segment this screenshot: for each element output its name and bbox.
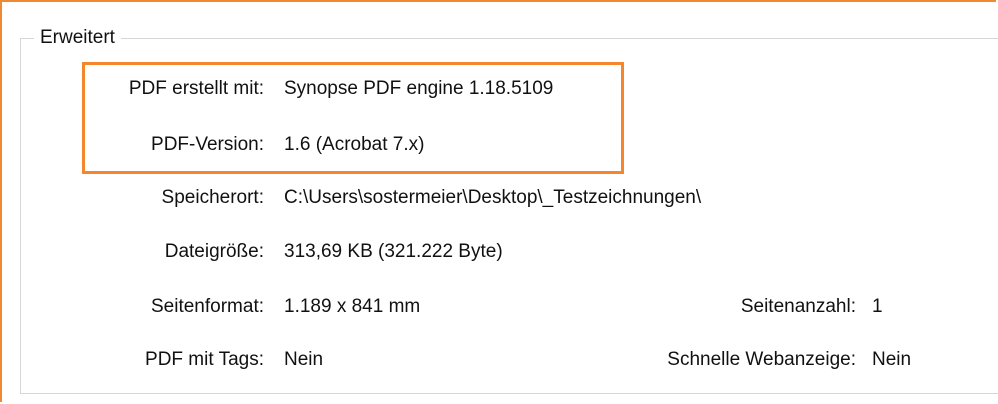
location-label: Speicherort: — [161, 187, 264, 208]
pdf-version-label: PDF-Version: — [151, 134, 264, 155]
pdf-creator-label: PDF erstellt mit: — [128, 78, 264, 99]
document-properties-advanced-panel: Erweitert PDF erstellt mit: Synopse PDF … — [0, 0, 998, 404]
page-count-value: 1 — [872, 296, 883, 317]
page-format-label: Seitenformat: — [151, 296, 264, 317]
pdf-version-value: 1.6 (Acrobat 7.x) — [284, 134, 425, 155]
fast-web-view-value: Nein — [872, 349, 912, 370]
file-size-label: Dateigröße: — [164, 241, 264, 262]
pdf-creator-value: Synopse PDF engine 1.18.5109 — [284, 78, 554, 99]
page-count-label: Seitenanzahl: — [740, 296, 856, 317]
groupbox-title: Erweitert — [34, 26, 121, 50]
tagged-pdf-label: PDF mit Tags: — [145, 349, 264, 370]
tagged-pdf-value: Nein — [284, 349, 324, 370]
fast-web-view-label: Schnelle Webanzeige: — [667, 349, 856, 370]
location-value: C:\Users\sostermeier\Desktop\_Testzeichn… — [284, 187, 702, 208]
page-format-value: 1.189 x 841 mm — [284, 296, 421, 317]
file-size-value: 313,69 KB (321.222 Byte) — [284, 241, 503, 262]
